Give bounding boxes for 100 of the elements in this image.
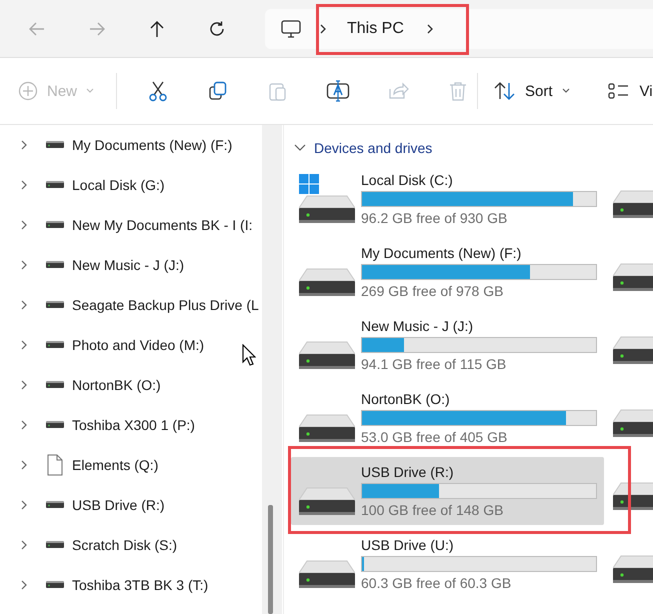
caret-icon bbox=[562, 88, 570, 94]
drive-name: Toshiba 3TB BK 3 (T:) bbox=[72, 577, 208, 593]
drive-icon bbox=[46, 181, 64, 189]
hard-drive-icon bbox=[299, 486, 355, 516]
chevron-right-icon bbox=[20, 419, 28, 431]
drive-name: USB Drive (U:) bbox=[361, 536, 455, 552]
hard-drive-icon bbox=[299, 266, 355, 296]
drive-name: My Documents (New) (F:) bbox=[72, 137, 232, 153]
chevron-right-icon bbox=[20, 219, 28, 231]
drive-tile[interactable]: USB Drive (U:) 60.3 GB free of 60.3 GB bbox=[291, 530, 604, 598]
forward-arrow-icon bbox=[88, 20, 106, 38]
sidebar-item[interactable]: Photo and Video (M:) bbox=[0, 325, 283, 365]
rename-icon bbox=[326, 80, 350, 102]
hard-drive-icon bbox=[299, 412, 355, 442]
sidebar-item[interactable]: Toshiba 3TB BK 3 (T:) bbox=[0, 565, 283, 605]
chevron-right-icon bbox=[20, 179, 28, 191]
drive-icon bbox=[46, 221, 64, 229]
sidebar-item[interactable]: NortonBK (O:) bbox=[0, 365, 283, 405]
sidebar-item[interactable]: My Documents (New) (F:) bbox=[0, 125, 283, 165]
sidebar-item[interactable]: USB Drive (R:) bbox=[0, 485, 283, 525]
chevron-right-icon bbox=[20, 579, 28, 591]
monitor-icon bbox=[281, 20, 301, 38]
drive-name: Local Disk (G:) bbox=[72, 177, 165, 193]
drive-name: New Music - J (J:) bbox=[361, 318, 474, 334]
drive-tile[interactable]: New Music - J (J:) 94.1 GB free of 115 GB bbox=[291, 310, 604, 378]
list-view-icon bbox=[608, 82, 630, 100]
hard-drive-icon bbox=[299, 340, 355, 370]
drive-icon bbox=[46, 261, 64, 269]
drive-name: Toshiba X300 1 (P:) bbox=[72, 417, 195, 433]
plus-circle-icon bbox=[18, 81, 38, 101]
scissors-icon bbox=[147, 80, 170, 102]
refresh-icon bbox=[208, 20, 226, 38]
drive-icon bbox=[46, 581, 64, 589]
drive-name: NortonBK (O:) bbox=[361, 390, 451, 406]
free-space-text: 269 GB free of 978 GB bbox=[361, 282, 504, 298]
drive-icon bbox=[46, 301, 64, 309]
hard-drive-icon bbox=[613, 481, 653, 511]
scrollbar[interactable] bbox=[262, 125, 282, 614]
drive-name: My Documents (New) (F:) bbox=[361, 244, 522, 260]
free-space-text: 94.1 GB free of 115 GB bbox=[361, 356, 508, 372]
hard-drive-icon bbox=[299, 558, 355, 588]
drive-name: Elements (Q:) bbox=[72, 457, 158, 473]
sidebar-item[interactable]: Local Disk (G:) bbox=[0, 165, 283, 205]
hard-drive-icon bbox=[613, 262, 653, 292]
sidebar-item[interactable]: New Music - J (J:) bbox=[0, 245, 283, 285]
chevron-right-icon bbox=[20, 459, 28, 471]
drive-icon bbox=[46, 141, 64, 149]
drive-name: Local Disk (C:) bbox=[361, 172, 454, 188]
sidebar-item[interactable]: Scratch Disk (S:) bbox=[0, 525, 283, 565]
drive-name: USB Drive (R:) bbox=[361, 464, 455, 480]
free-space-text: 60.3 GB free of 60.3 GB bbox=[361, 574, 512, 590]
chevron-right-icon bbox=[20, 259, 28, 271]
drive-tile[interactable]: USB Drive (R:) 100 GB free of 148 GB bbox=[291, 456, 604, 524]
drive-name: NortonBK (O:) bbox=[72, 377, 161, 393]
mouse-pointer-icon bbox=[242, 344, 256, 366]
drive-name: New Music - J (J:) bbox=[72, 257, 184, 273]
chevron-right-icon bbox=[20, 539, 28, 551]
chevron-right-icon bbox=[20, 339, 28, 351]
hard-drive-icon bbox=[613, 335, 653, 365]
sidebar-item[interactable]: Seagate Backup Plus Drive (L bbox=[0, 285, 283, 325]
document-icon bbox=[46, 454, 64, 476]
hard-drive-icon bbox=[613, 408, 653, 438]
drive-icon bbox=[46, 501, 64, 509]
drive-tile[interactable]: Local Disk (C:) 96.2 GB free of 930 GB bbox=[291, 164, 604, 232]
drive-tile[interactable]: My Documents (New) (F:) 269 GB free of 978 GB bbox=[291, 238, 604, 306]
drive-name: Photo and Video (M:) bbox=[72, 337, 204, 353]
drive-icon bbox=[46, 421, 64, 429]
address-bar[interactable]: This PC bbox=[265, 8, 653, 48]
drive-name: New My Documents BK - I (I: bbox=[72, 217, 252, 233]
hard-drive-icon bbox=[299, 194, 355, 224]
up-arrow-icon bbox=[148, 20, 166, 38]
drive-icon bbox=[46, 341, 64, 349]
drive-name: Seagate Backup Plus Drive (L bbox=[72, 297, 259, 313]
sidebar-item[interactable]: New My Documents BK - I (I: bbox=[0, 205, 283, 245]
section-header[interactable]: Devices and drives bbox=[291, 136, 653, 160]
sort-button[interactable]: Sort bbox=[494, 81, 570, 101]
sidebar-item[interactable]: Elements (Q:) bbox=[0, 445, 283, 485]
scrollbar-thumb[interactable] bbox=[268, 505, 273, 614]
sidebar-item[interactable]: Toshiba X300 1 (P:) bbox=[0, 405, 283, 445]
free-space-text: 100 GB free of 148 GB bbox=[361, 502, 504, 518]
drive-icon bbox=[46, 541, 64, 549]
caret-icon bbox=[86, 88, 94, 94]
drive-name: Scratch Disk (S:) bbox=[72, 537, 178, 553]
chevron-right-icon bbox=[20, 299, 28, 311]
hard-drive-icon bbox=[613, 554, 653, 584]
drive-icon bbox=[46, 381, 64, 389]
hard-drive-icon bbox=[613, 189, 653, 219]
chevron-right-icon bbox=[319, 22, 327, 34]
free-space-text: 96.2 GB free of 930 GB bbox=[361, 210, 508, 226]
drive-tile[interactable]: NortonBK (O:) 53.0 GB free of 405 GB bbox=[291, 384, 604, 452]
free-space-text: 53.0 GB free of 405 GB bbox=[361, 428, 508, 444]
chevron-right-icon bbox=[426, 22, 434, 34]
back-arrow-icon bbox=[28, 20, 46, 38]
sort-arrows-icon bbox=[494, 81, 516, 101]
drive-name: USB Drive (R:) bbox=[72, 497, 165, 513]
chevron-right-icon bbox=[20, 379, 28, 391]
breadcrumb-segment[interactable]: This PC bbox=[347, 20, 404, 38]
view-button[interactable]: Vi bbox=[608, 82, 653, 100]
chevron-right-icon bbox=[20, 139, 28, 151]
chevron-right-icon bbox=[20, 499, 28, 511]
